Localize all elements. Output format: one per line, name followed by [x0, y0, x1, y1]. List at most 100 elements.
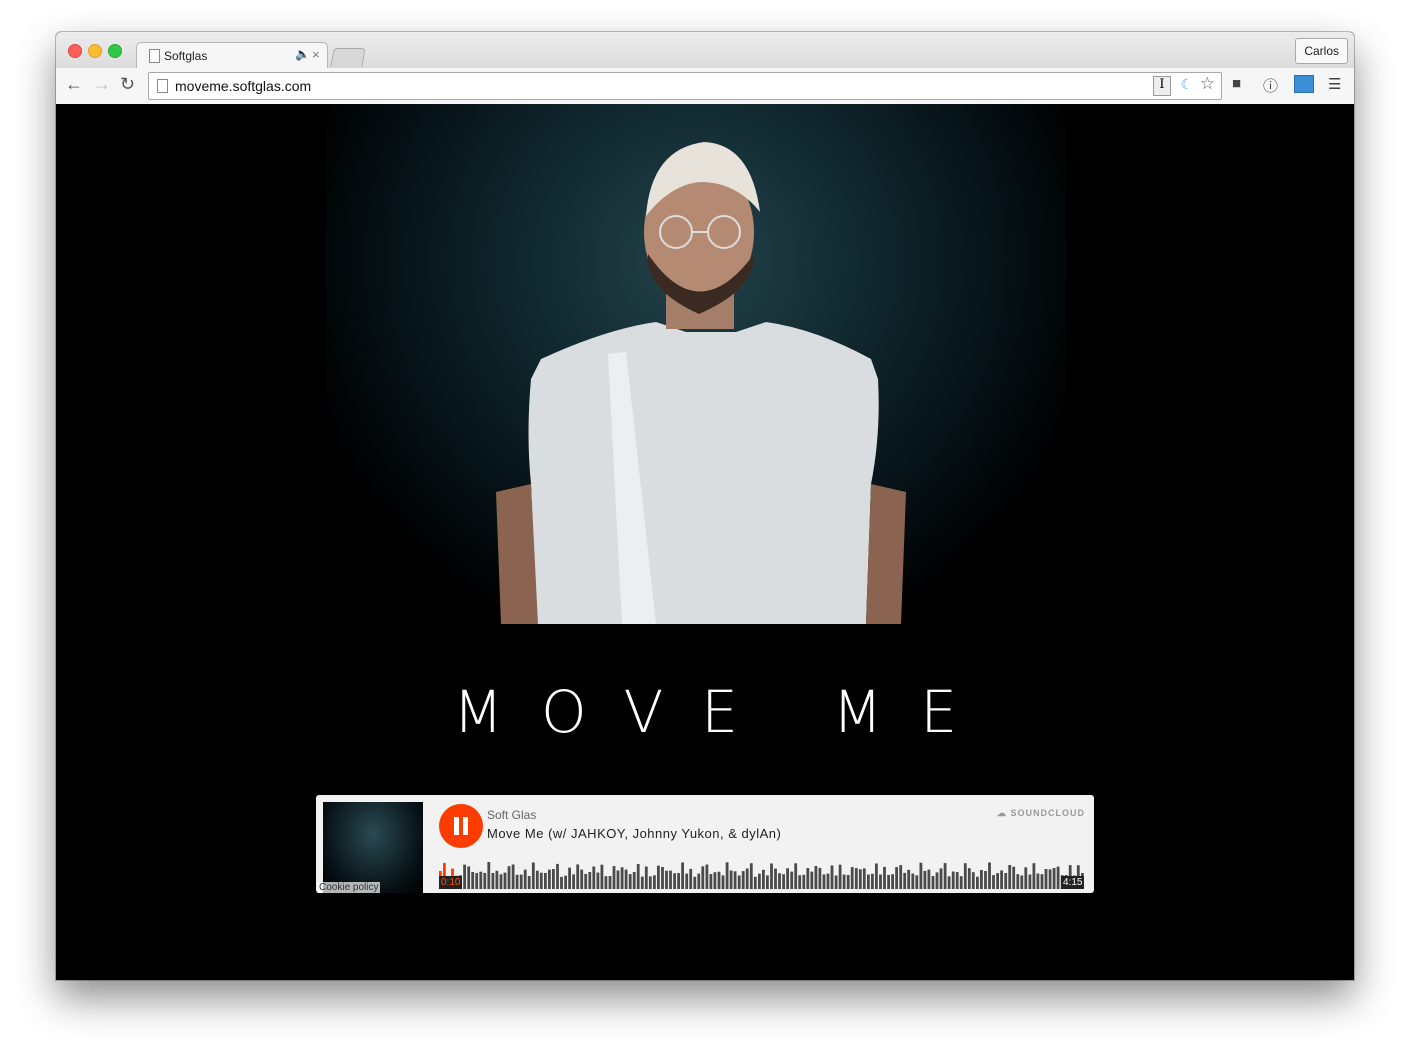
instapaper-icon[interactable]: I [1153, 76, 1171, 96]
waveform-bar [572, 874, 575, 889]
speaker-icon[interactable]: 🔈 [295, 47, 310, 61]
back-arrow-icon[interactable]: ← [65, 74, 83, 95]
waveform-bar [1052, 868, 1056, 889]
moon-icon[interactable]: ☾ [1180, 76, 1193, 93]
waveform-bar [935, 872, 939, 889]
waveform-bar [713, 872, 717, 889]
waveform-bar [919, 862, 923, 889]
waveform-bar [782, 874, 785, 889]
waveform-bar [786, 868, 789, 889]
waveform[interactable] [439, 855, 1085, 889]
waveform-bar [697, 873, 701, 889]
waveform-bar [891, 874, 894, 889]
waveform-bar [834, 875, 838, 889]
soundcloud-logo[interactable]: ☁ SOUNDCLOUD [997, 808, 1085, 819]
waveform-bar [584, 873, 588, 889]
waveform-bar [499, 874, 503, 889]
waveform-bar [931, 876, 935, 889]
menu-icon[interactable]: ☰ [1328, 75, 1341, 93]
url-text: moveme.softglas.com [175, 78, 312, 94]
waveform-bar [604, 876, 608, 889]
waveform-bar [463, 864, 466, 889]
waveform-bar [600, 864, 604, 889]
track-artwork[interactable]: Cookie policy [317, 802, 423, 893]
waveform-bar [608, 876, 612, 889]
waveform-bar [1012, 866, 1016, 889]
waveform-bar [963, 863, 967, 889]
waveform-bar [487, 862, 491, 889]
waveform-bar [721, 875, 725, 889]
waveform-bar [758, 873, 761, 889]
cookie-policy-link[interactable]: Cookie policy [317, 882, 381, 893]
waveform-bar [959, 876, 963, 889]
waveform-bar [955, 872, 959, 889]
close-tab-icon[interactable]: × [312, 47, 320, 62]
profile-button[interactable]: Carlos [1295, 38, 1348, 64]
page-icon [149, 49, 160, 63]
waveform-bar [535, 870, 539, 889]
waveform-bar [665, 870, 668, 889]
waveform-bar [661, 867, 664, 889]
waveform-bar [612, 866, 616, 889]
waveform-bar [794, 863, 798, 889]
waveform-bar [576, 864, 580, 889]
tab-softglas[interactable]: Softglas 🔈 × [136, 42, 328, 69]
address-bar[interactable]: moveme.softglas.com I ☾ ☆ [148, 72, 1222, 100]
waveform-bar [644, 866, 648, 889]
waveform-bar [1024, 867, 1028, 889]
waveform-bar [790, 871, 794, 889]
waveform-bar [1040, 874, 1044, 889]
pause-button[interactable] [439, 804, 483, 848]
waveform-bar [822, 874, 826, 889]
waveform-bar [741, 871, 745, 889]
star-icon[interactable]: ☆ [1200, 74, 1215, 94]
waveform-bar [774, 868, 777, 889]
reload-icon[interactable]: ↻ [120, 74, 135, 95]
waveform-bar [745, 868, 749, 889]
waveform-bar [1020, 875, 1024, 889]
waveform-bar [475, 873, 479, 889]
waveform-bar [556, 863, 559, 889]
waveform-bar [1028, 874, 1032, 889]
waveform-bar [842, 874, 846, 889]
waveform-bar [709, 874, 713, 889]
forward-arrow-icon[interactable]: → [93, 74, 111, 95]
waveform-bar [1016, 874, 1020, 889]
onepassword-icon[interactable]: ⓘ [1263, 75, 1278, 96]
waveform-bar [507, 866, 511, 889]
waveform-bar [1004, 873, 1008, 889]
waveform-bar [733, 871, 737, 889]
window-resizer-icon[interactable] [1294, 75, 1314, 93]
waveform-bar [580, 869, 584, 889]
waveform-bar [588, 872, 592, 889]
soundcloud-player: Cookie policy Soft Glas Move Me (w/ JAHK… [316, 795, 1094, 893]
maximize-window-button[interactable] [108, 44, 122, 58]
waveform-bar [798, 875, 802, 889]
waveform-bar [669, 870, 672, 889]
new-tab-button[interactable] [330, 48, 366, 67]
waveform-bar [531, 862, 535, 889]
waveform-bar [903, 872, 907, 889]
waveform-bar [1036, 873, 1040, 889]
close-window-button[interactable] [68, 44, 82, 58]
artist-name[interactable]: Soft Glas [487, 808, 536, 822]
waveform-bar [854, 868, 858, 889]
waveform-bar [996, 873, 999, 889]
waveform-bar [984, 871, 987, 889]
waveform-bar [814, 866, 818, 889]
evernote-icon[interactable]: ■ [1232, 75, 1241, 92]
waveform-bar [858, 869, 862, 889]
waveform-bar [693, 876, 697, 889]
waveform-bar [883, 866, 886, 889]
tab-bar: Softglas 🔈 × Carlos [56, 32, 1354, 69]
waveform-bar [875, 863, 878, 889]
minimize-window-button[interactable] [88, 44, 102, 58]
waveform-bar [560, 876, 563, 889]
waveform-bar [838, 864, 842, 889]
waveform-bar [911, 873, 915, 889]
track-title[interactable]: Move Me (w/ JAHKOY, Johnny Yukon, & dylA… [487, 826, 781, 841]
waveform-bar [673, 873, 676, 889]
waveform-bar [616, 870, 620, 889]
waveform-bar [879, 874, 882, 889]
waveform-bar [632, 872, 636, 889]
